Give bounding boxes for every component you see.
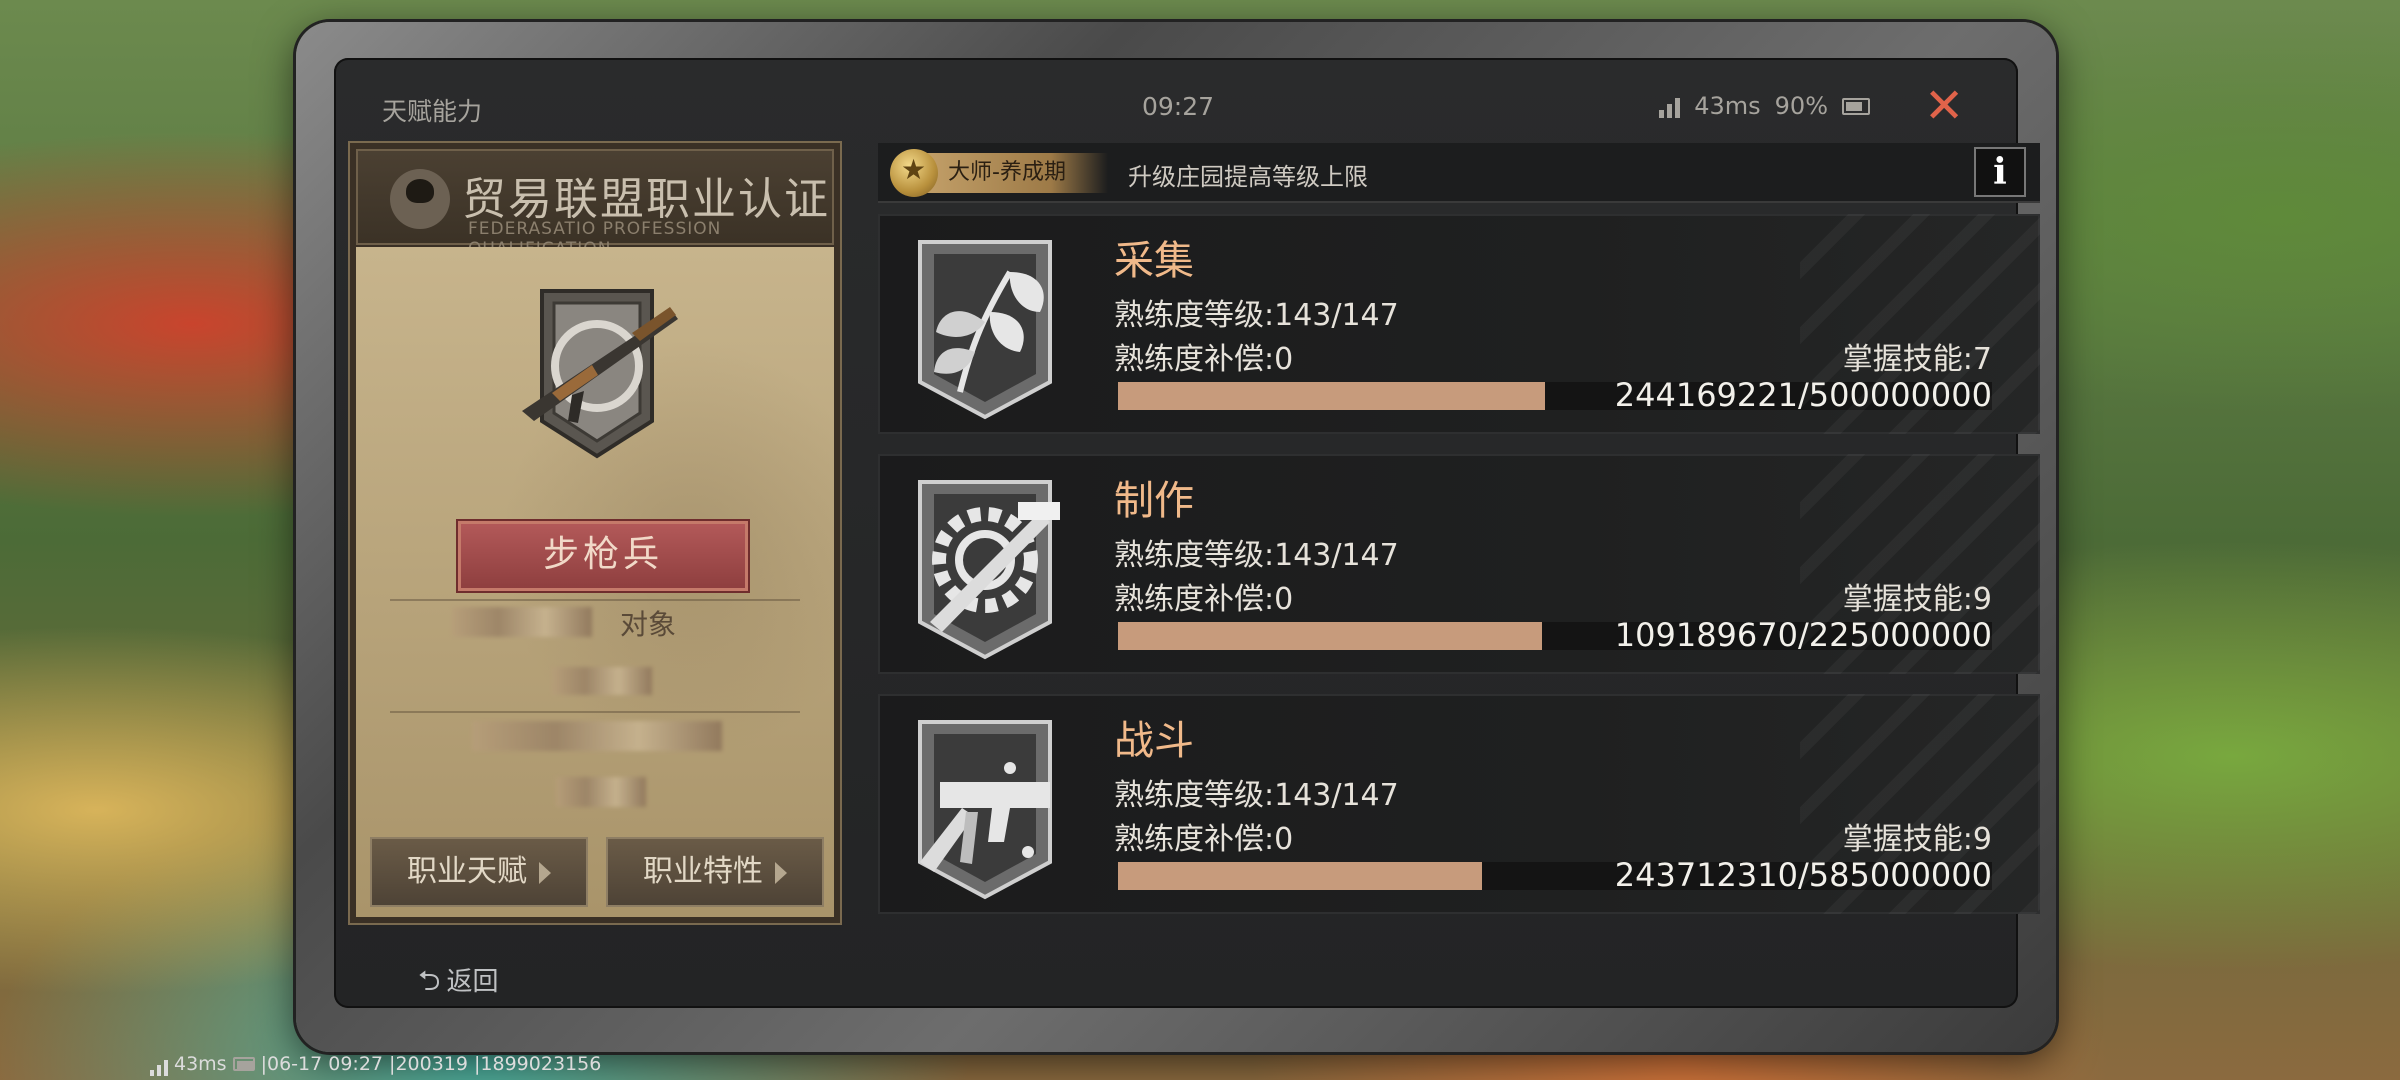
career-trait-button[interactable]: 职业特性 — [606, 837, 824, 907]
divider — [390, 711, 800, 713]
battery-icon — [232, 1057, 255, 1071]
top-bar: 天赋能力 09:27 43ms 90% ✕ — [334, 58, 2018, 130]
debug-latency: 43ms — [174, 1053, 227, 1075]
skill-mastery: 掌握技能:9 — [1842, 822, 1992, 857]
signal-icon — [150, 1052, 168, 1076]
progress-fill — [1118, 862, 1483, 890]
skill-level: 熟练度等级:143/147 — [1114, 538, 1399, 573]
talent-screen: 天赋能力 09:27 43ms 90% ✕ 贸易联盟职业认证 FEDERASAT… — [334, 58, 2040, 1008]
skill-compensation: 熟练度补偿:0 — [1114, 582, 1294, 617]
back-label: 返回 — [446, 967, 499, 997]
star-medal-icon — [890, 149, 938, 197]
certificate-body: 步枪兵 对象 职业天赋 职业特性 — [356, 247, 834, 917]
skill-level: 熟练度等级:143/147 — [1114, 298, 1399, 333]
skill-card-combat[interactable]: 战斗 熟练度等级:143/147 熟练度补偿:0 掌握技能:9 24371231… — [878, 694, 2040, 914]
rifle-badge-icon — [522, 289, 678, 459]
profession-certificate: 贸易联盟职业认证 FEDERASATIO PROFESSION QUALIFIC… — [348, 141, 842, 925]
signal-icon — [1659, 94, 1681, 118]
partial-label: 对象 — [619, 608, 676, 641]
gear-hammer-icon — [918, 480, 1060, 660]
redacted-text — [556, 777, 646, 807]
progress-bar — [1118, 382, 1992, 410]
tablet-frame: 天赋能力 09:27 43ms 90% ✕ 贸易联盟职业认证 FEDERASAT… — [296, 22, 2056, 1052]
redacted-text — [472, 721, 722, 751]
class-name-plate: 步枪兵 — [456, 519, 750, 593]
clock: 09:27 — [1142, 92, 1215, 121]
battery-text: 90% — [1774, 92, 1828, 120]
skill-compensation: 熟练度补偿:0 — [1114, 822, 1294, 857]
skill-mastery: 掌握技能:9 — [1842, 582, 1992, 617]
rank-bar: 大师-养成期 升级庄园提高等级上限 i — [878, 143, 2040, 203]
skill-name: 战斗 — [1114, 718, 1194, 764]
certificate-title: 贸易联盟职业认证 — [462, 174, 830, 225]
certificate-header: 贸易联盟职业认证 FEDERASATIO PROFESSION QUALIFIC… — [356, 149, 834, 259]
arrow-right-icon — [539, 861, 551, 884]
skill-mastery: 掌握技能:7 — [1842, 342, 1992, 377]
progress-fill — [1118, 382, 1545, 410]
career-talent-label: 职业天赋 — [407, 854, 527, 889]
redacted-text — [552, 667, 652, 695]
skill-compensation: 熟练度补偿:0 — [1114, 342, 1294, 377]
rank-badge: 大师-养成期 — [918, 153, 1108, 193]
progress-text: 244169221/500000000 — [1614, 376, 1992, 414]
debug-info: |06-17 09:27 |200319 |1899023156 — [260, 1053, 602, 1075]
latency-text: 43ms — [1694, 92, 1761, 120]
career-trait-label: 职业特性 — [643, 854, 763, 889]
skill-name: 采集 — [1114, 238, 1194, 284]
back-button[interactable]: ⮌ 返回 — [418, 960, 498, 1008]
battery-icon — [1842, 97, 1870, 115]
progress-bar — [1118, 622, 1992, 650]
progress-text: 243712310/585000000 — [1614, 856, 1992, 894]
arrow-right-icon — [775, 861, 787, 884]
skill-name: 制作 — [1114, 478, 1194, 524]
smg-icon — [918, 720, 1052, 900]
progress-text: 109189670/225000000 — [1614, 616, 1992, 654]
progress-bar — [1118, 862, 1992, 890]
progress-fill — [1118, 622, 1542, 650]
return-arrow-icon: ⮌ — [418, 964, 441, 997]
divider — [390, 599, 800, 601]
skill-card-crafting[interactable]: 制作 熟练度等级:143/147 熟练度补偿:0 掌握技能:9 10918967… — [878, 454, 2040, 674]
status-indicators: 43ms 90% — [1659, 92, 1870, 120]
debug-status-bar: 43ms |06-17 09:27 |200319 |1899023156 — [150, 1052, 601, 1076]
skill-card-gathering[interactable]: 采集 熟练度等级:143/147 熟练度补偿:0 掌握技能:7 24416922… — [878, 214, 2040, 434]
federation-emblem-icon — [390, 169, 450, 229]
window-title: 天赋能力 — [382, 97, 483, 126]
skill-level: 熟练度等级:143/147 — [1114, 778, 1399, 813]
career-talent-button[interactable]: 职业天赋 — [370, 837, 588, 907]
info-button[interactable]: i — [1974, 147, 2026, 197]
leaf-icon — [918, 240, 1052, 420]
rank-description: 升级庄园提高等级上限 — [1128, 163, 1368, 191]
close-icon[interactable]: ✕ — [1924, 82, 1964, 130]
